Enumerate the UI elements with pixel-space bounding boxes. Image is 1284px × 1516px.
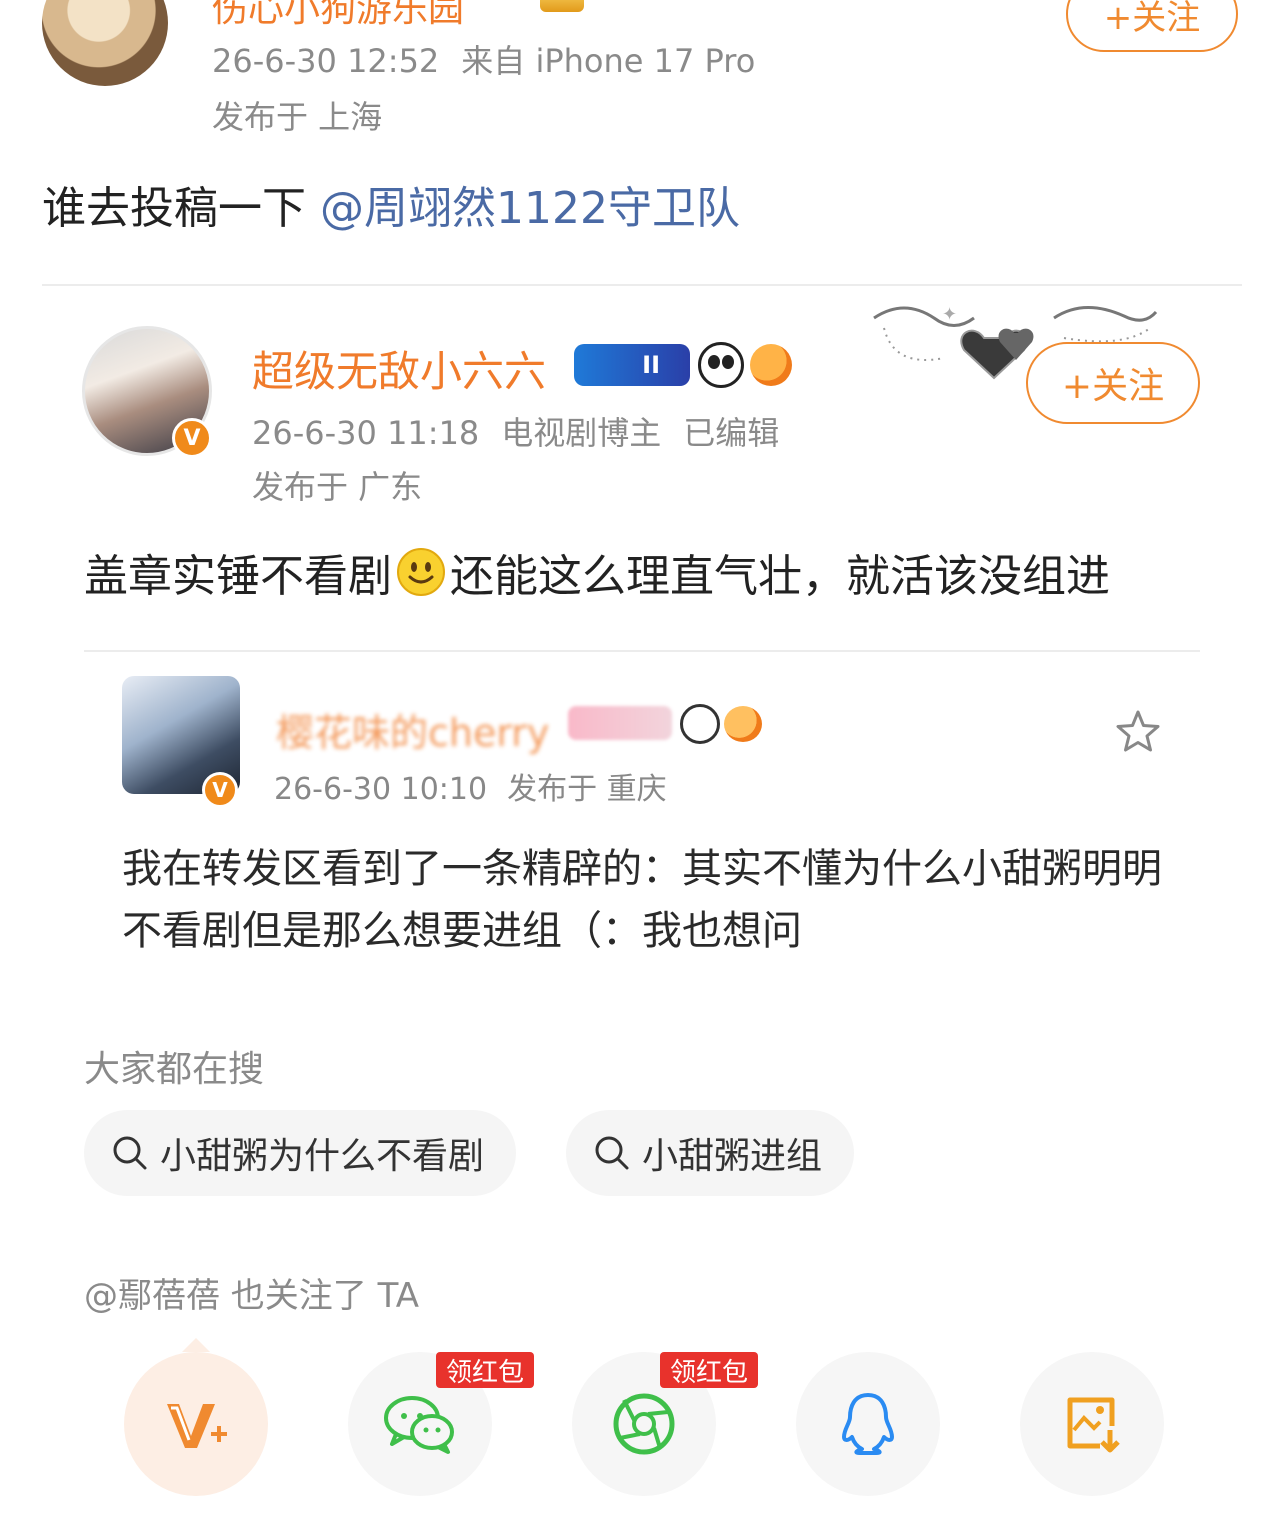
whale-badge-icon: II [574,344,690,386]
post-username[interactable]: 伤心小狗游乐园 [212,0,464,32]
nested-timestamp: 26-6-30 10:10 [274,772,488,807]
mention-link[interactable]: @周翊然1122守卫队 [320,183,740,234]
panda-badge-icon [698,342,744,388]
pufferfish-badge-icon [724,706,762,742]
user-avatar[interactable] [42,0,168,86]
retweet-text: 盖章实锤不看剧 还能这么理直气壮，就活该没组进 [84,540,1110,604]
nested-username: 樱花味的cherry [276,711,550,755]
moments-icon [613,1393,675,1455]
post-timestamp: 26-6-30 12:52 [212,42,440,80]
retweet-meta: 26-6-30 11:18 电视剧博主 已编辑 [252,408,779,454]
retweet-text-part2: 还能这么理直气壮，就活该没组进 [450,551,1110,602]
verified-icon: V [172,418,212,458]
trending-chip-label: 小甜粥进组 [642,1136,823,1177]
retweet-location: 发布于 广东 [252,468,423,506]
trending-title: 大家都在搜 [84,1049,265,1090]
retweet-timestamp: 26-6-30 11:18 [252,414,480,452]
search-icon [113,1136,147,1170]
post-location: 发布于 上海 [212,98,383,136]
trending-chip[interactable]: 小甜粥为什么不看剧 [84,1110,517,1196]
nested-text: 我在转发区看到了一条精辟的：其实不懂为什么小甜粥明明不看剧但是那么想要进组（：我… [122,846,1162,954]
save-image-button[interactable] [1020,1352,1164,1496]
pufferfish-badge-icon [750,344,792,386]
nested-meta: 26-6-30 10:10 发布于 重庆 [274,764,667,808]
post-source: 来自 iPhone 17 Pro [461,42,756,80]
retweet-role: 电视剧博主 [501,414,662,452]
weibo-v-icon [167,1404,227,1448]
post-meta: 26-6-30 12:52 来自 iPhone 17 Pro [212,36,755,82]
trending-chip[interactable]: 小甜粥进组 [566,1110,855,1196]
divider [42,284,1242,286]
divider [84,650,1200,652]
search-icon [595,1136,629,1170]
retweet-username[interactable]: 超级无敌小六六 [252,338,546,399]
save-image-icon [1067,1397,1120,1453]
pink-badge-icon [568,706,672,740]
verified-icon: V [202,772,238,808]
svg-text:✦: ✦ [942,304,957,325]
share-qq-button[interactable] [796,1352,940,1496]
trending-chip-label: 小甜粥为什么不看剧 [160,1136,485,1177]
retweet-follow-button[interactable]: +关注 [1026,342,1200,424]
post-body: 谁去投稿一下 [42,183,320,234]
qq-icon [842,1393,894,1455]
retweet-edited: 已编辑 [683,414,780,452]
post-text: 谁去投稿一下 @周翊然1122守卫队 [42,172,740,236]
nested-location: 发布于 重庆 [507,772,667,807]
red-packet-tag: 领红包 [436,1352,535,1388]
crown-badge-icon [540,0,584,12]
red-packet-tag: 领红包 [660,1352,759,1388]
wechat-icon [384,1396,454,1454]
share-weibo-button[interactable] [124,1338,268,1496]
panda-badge-icon [680,704,720,744]
star-icon [1116,710,1160,752]
smile-emoji-icon [397,548,445,596]
also-follows-text[interactable]: @鄢蓓蓓 也关注了 TA [84,1268,419,1317]
retweet-text-part1: 盖章实锤不看剧 [84,551,392,602]
follow-button[interactable]: +关注 [1066,0,1238,52]
